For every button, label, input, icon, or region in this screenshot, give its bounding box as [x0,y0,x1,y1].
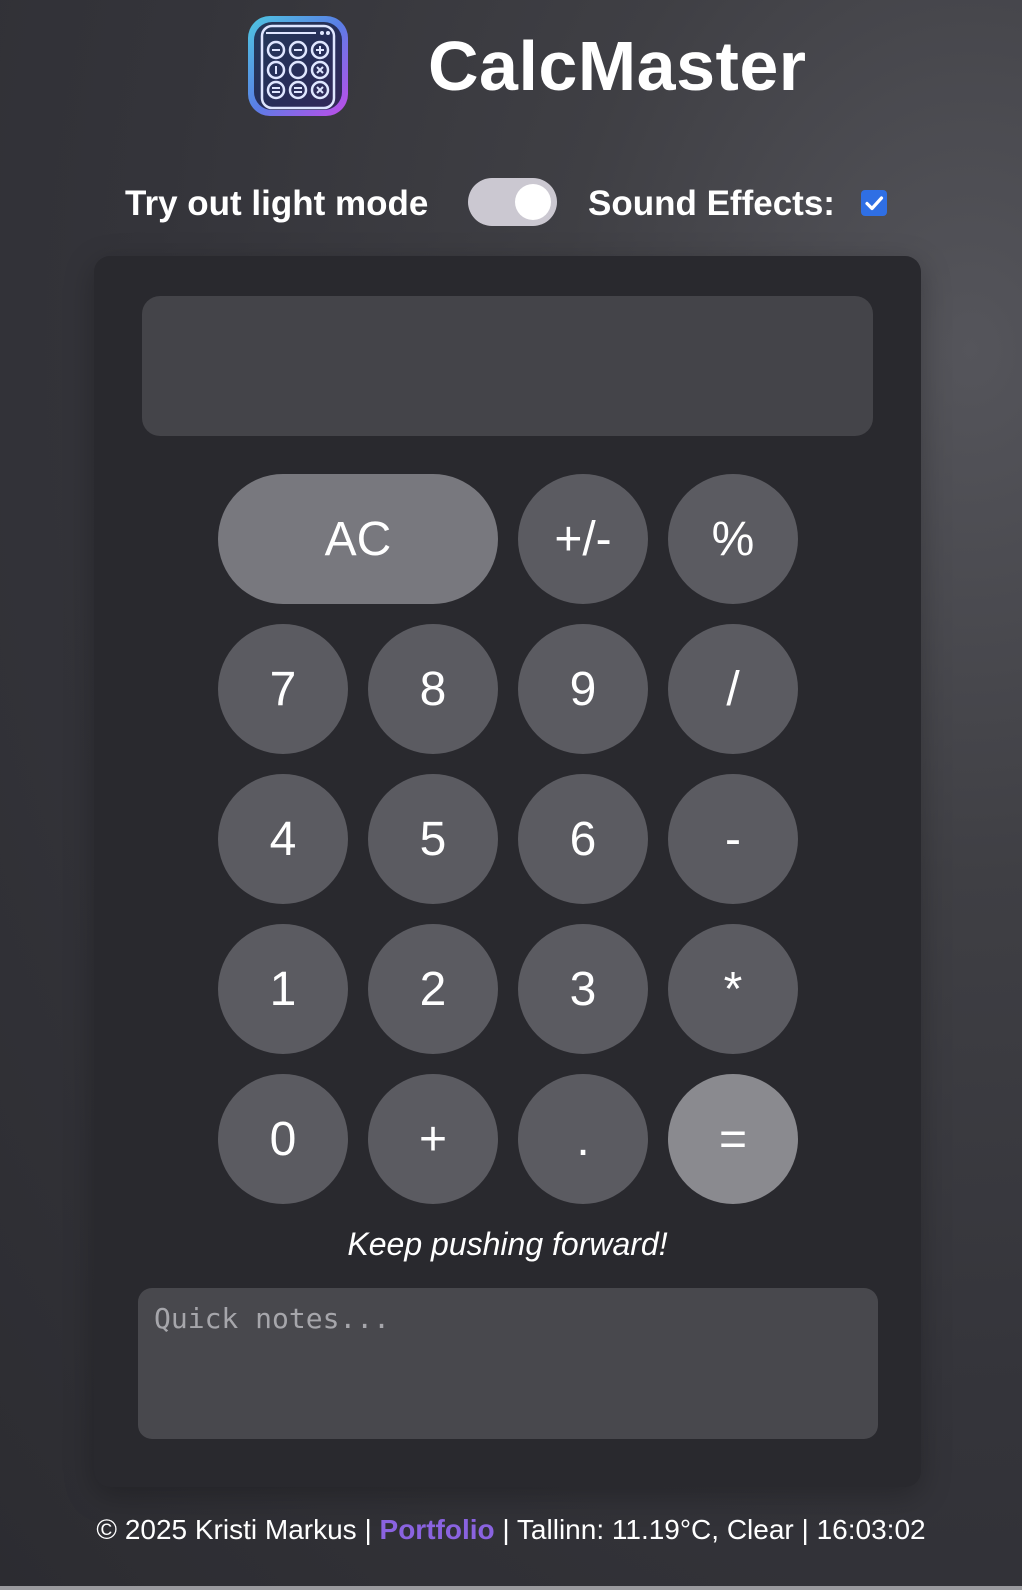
digit-1-button[interactable]: 1 [218,924,348,1054]
all-clear-button[interactable]: AC [218,474,498,604]
check-icon [865,196,884,211]
decimal-button[interactable]: . [518,1074,648,1204]
add-button[interactable]: + [368,1074,498,1204]
clock-text: 16:03:02 [816,1514,926,1545]
motivational-quote: Keep pushing forward! [347,1226,668,1262]
percent-button[interactable]: % [668,474,798,604]
light-mode-toggle[interactable] [468,178,557,226]
weather-text: | Tallinn: 11.19°C, Clear | [494,1514,817,1545]
calculator-body: AC +/- % 7 8 9 / 4 5 6 - 1 2 3 * 0 + . =… [94,256,921,1487]
digit-5-button[interactable]: 5 [368,774,498,904]
app-header: CalcMaster [0,0,1022,140]
sound-effects-checkbox[interactable] [861,190,887,216]
digit-3-button[interactable]: 3 [518,924,648,1054]
page-footer: © 2025 Kristi Markus | Portfolio | Talli… [0,1510,1022,1550]
light-mode-label: Try out light mode [125,184,429,223]
digit-8-button[interactable]: 8 [368,624,498,754]
calculator-app-icon [248,16,348,116]
equals-button[interactable]: = [668,1074,798,1204]
app-title: CalcMaster [428,27,807,105]
multiply-button[interactable]: * [668,924,798,1054]
bottom-divider [0,1586,1022,1590]
quick-notes-input[interactable] [138,1288,878,1439]
divide-button[interactable]: / [668,624,798,754]
digit-2-button[interactable]: 2 [368,924,498,1054]
settings-row: Try out light mode Sound Effects: [0,174,1022,228]
digit-7-button[interactable]: 7 [218,624,348,754]
digit-4-button[interactable]: 4 [218,774,348,904]
toggle-knob [515,184,551,220]
subtract-button[interactable]: - [668,774,798,904]
digit-9-button[interactable]: 9 [518,624,648,754]
plus-minus-button[interactable]: +/- [518,474,648,604]
sound-effects-label: Sound Effects: [588,184,835,223]
calculator-display [142,296,873,436]
digit-0-button[interactable]: 0 [218,1074,348,1204]
digit-6-button[interactable]: 6 [518,774,648,904]
portfolio-link[interactable]: Portfolio [380,1514,495,1545]
copyright-text: © 2025 Kristi Markus | [96,1514,380,1545]
